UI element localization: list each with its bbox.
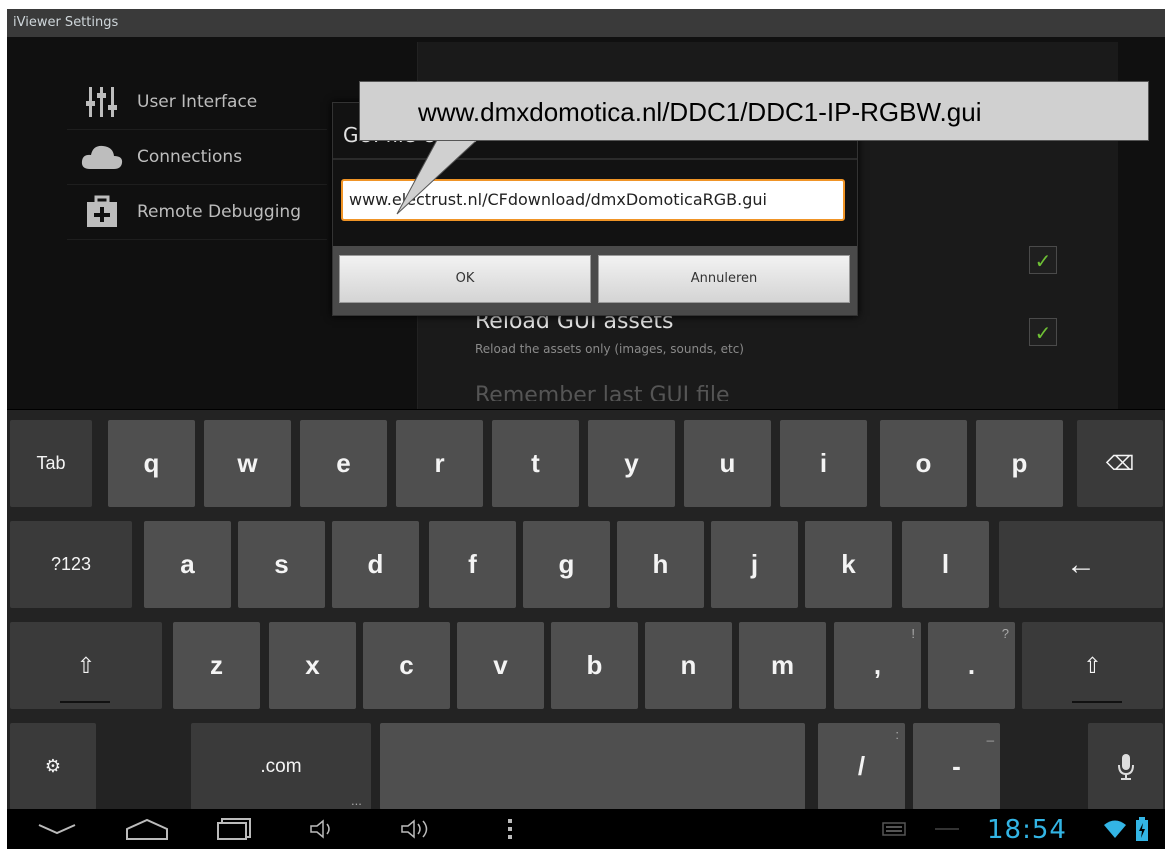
notification-dash-icon bbox=[932, 813, 962, 845]
dotcom-label: .com bbox=[260, 755, 302, 777]
shift-arrow-icon: ⇧ bbox=[76, 652, 96, 678]
tablet-screen: iViewer Settings User Interface Connecti… bbox=[7, 9, 1165, 849]
key-c[interactable]: c bbox=[363, 622, 450, 709]
shift-key-left[interactable]: ⇧ bbox=[10, 622, 162, 709]
key-tab[interactable]: Tab bbox=[10, 420, 92, 507]
sidebar-item-label: Remote Debugging bbox=[137, 202, 301, 222]
dotcom-key[interactable]: .com ... bbox=[191, 723, 371, 810]
sidebar-item-remote-debugging[interactable]: Remote Debugging bbox=[67, 185, 327, 240]
slash-hint: : bbox=[895, 727, 899, 742]
key-e[interactable]: e bbox=[300, 420, 387, 507]
hide-keyboard-button[interactable] bbox=[35, 813, 79, 845]
backspace-key[interactable]: ⌫ bbox=[1077, 420, 1163, 507]
dash-label: - bbox=[952, 751, 961, 781]
key-y[interactable]: y bbox=[588, 420, 675, 507]
key-t[interactable]: t bbox=[492, 420, 579, 507]
key-w[interactable]: w bbox=[204, 420, 291, 507]
comma-hint: ! bbox=[911, 626, 915, 641]
menu-button[interactable] bbox=[503, 813, 517, 845]
chevron-down-icon bbox=[38, 824, 76, 835]
key-m[interactable]: m bbox=[739, 622, 826, 709]
key-v[interactable]: v bbox=[457, 622, 544, 709]
shift-indicator bbox=[60, 701, 110, 703]
period-hint: ? bbox=[1001, 626, 1009, 641]
remember-last-gui-title: Remember last GUI file bbox=[475, 383, 730, 401]
dotcom-hint: ... bbox=[351, 793, 362, 808]
cloud-icon bbox=[67, 143, 137, 171]
space-key[interactable] bbox=[380, 723, 805, 810]
overflow-menu-icon bbox=[508, 819, 512, 839]
volume-down-icon bbox=[310, 819, 330, 839]
key-h[interactable]: h bbox=[617, 521, 704, 608]
period-label: . bbox=[967, 650, 976, 680]
key-l[interactable]: l bbox=[902, 521, 989, 608]
cancel-button[interactable]: Annuleren bbox=[598, 255, 850, 303]
key-dash[interactable]: - _ bbox=[913, 723, 1000, 810]
key-n[interactable]: n bbox=[645, 622, 732, 709]
url-callout: www.dmxdomotica.nl/DDC1/DDC1-IP-RGBW.gui bbox=[359, 81, 1149, 141]
voice-input-key[interactable] bbox=[1088, 723, 1163, 810]
key-z[interactable]: z bbox=[173, 622, 260, 709]
window-title: iViewer Settings bbox=[7, 9, 1165, 37]
wifi-icon bbox=[1100, 813, 1130, 845]
sidebar-item-label: User Interface bbox=[137, 92, 258, 112]
first-aid-kit-icon bbox=[67, 195, 137, 229]
dash-hint: _ bbox=[986, 727, 994, 742]
key-b[interactable]: b bbox=[551, 622, 638, 709]
settings-sliders-icon: ⚙ bbox=[44, 756, 62, 776]
sidebar-item-user-interface[interactable]: User Interface bbox=[67, 75, 327, 130]
shift-indicator bbox=[1072, 701, 1122, 703]
settings-sidebar: User Interface Connections Remote Debugg… bbox=[67, 75, 327, 240]
enter-key[interactable]: ← bbox=[999, 521, 1163, 608]
reload-gui-assets-checkbox[interactable]: ✓ bbox=[1029, 318, 1057, 346]
key-i[interactable]: i bbox=[780, 420, 867, 507]
key-p[interactable]: p bbox=[976, 420, 1063, 507]
key-period[interactable]: . ? bbox=[928, 622, 1015, 709]
recent-apps-button[interactable] bbox=[212, 813, 256, 845]
ok-button[interactable]: OK bbox=[339, 255, 591, 303]
key-a[interactable]: a bbox=[144, 521, 231, 608]
key-k[interactable]: k bbox=[805, 521, 892, 608]
gui-url-input[interactable]: www.electrust.nl/CFdownload/dmxDomoticaR… bbox=[341, 179, 845, 221]
shift-arrow-icon: ⇧ bbox=[1083, 652, 1102, 678]
system-navigation-bar: 18:54 bbox=[7, 809, 1165, 849]
sidebar-item-connections[interactable]: Connections bbox=[67, 130, 327, 185]
microphone-icon bbox=[1117, 753, 1134, 780]
dialog-divider bbox=[333, 158, 857, 160]
key-d[interactable]: d bbox=[332, 521, 419, 608]
sidebar-item-label: Connections bbox=[137, 147, 243, 167]
volume-up-button[interactable] bbox=[395, 813, 439, 845]
screenshot-frame: iViewer Settings User Interface Connecti… bbox=[0, 0, 1170, 851]
keyboard-status-icon bbox=[879, 813, 909, 845]
home-button[interactable] bbox=[122, 813, 172, 845]
volume-down-button[interactable] bbox=[305, 813, 341, 845]
key-o[interactable]: o bbox=[880, 420, 967, 507]
key-slash[interactable]: / : bbox=[818, 723, 905, 810]
shift-key-right[interactable]: ⇧ bbox=[1022, 622, 1163, 709]
battery-charging-icon bbox=[1131, 813, 1153, 845]
key-r[interactable]: r bbox=[396, 420, 483, 507]
status-clock: 18:54 bbox=[987, 815, 1067, 845]
key-u[interactable]: u bbox=[684, 420, 771, 507]
preference-checkbox[interactable]: ✓ bbox=[1029, 246, 1057, 274]
key-f[interactable]: f bbox=[429, 521, 516, 608]
key-numeric-mode[interactable]: ?123 bbox=[10, 521, 132, 608]
key-j[interactable]: j bbox=[711, 521, 798, 608]
recent-apps-icon bbox=[217, 818, 251, 840]
home-icon bbox=[126, 818, 168, 840]
keyboard-settings-key[interactable]: ⚙ bbox=[10, 723, 96, 810]
slash-label: / bbox=[857, 751, 866, 781]
sliders-icon bbox=[67, 87, 137, 117]
dialog-button-bar: OK Annuleren bbox=[333, 246, 857, 315]
key-g[interactable]: g bbox=[523, 521, 610, 608]
key-x[interactable]: x bbox=[269, 622, 356, 709]
key-q[interactable]: q bbox=[108, 420, 195, 507]
reload-gui-assets-subtitle: Reload the assets only (images, sounds, … bbox=[475, 342, 744, 356]
comma-label: , bbox=[873, 650, 882, 680]
on-screen-keyboard: Tab q w e r t y u i o p ⌫ ?123 a s d f g… bbox=[7, 410, 1165, 810]
volume-up-icon bbox=[401, 819, 428, 839]
key-s[interactable]: s bbox=[238, 521, 325, 608]
key-comma[interactable]: , ! bbox=[834, 622, 921, 709]
